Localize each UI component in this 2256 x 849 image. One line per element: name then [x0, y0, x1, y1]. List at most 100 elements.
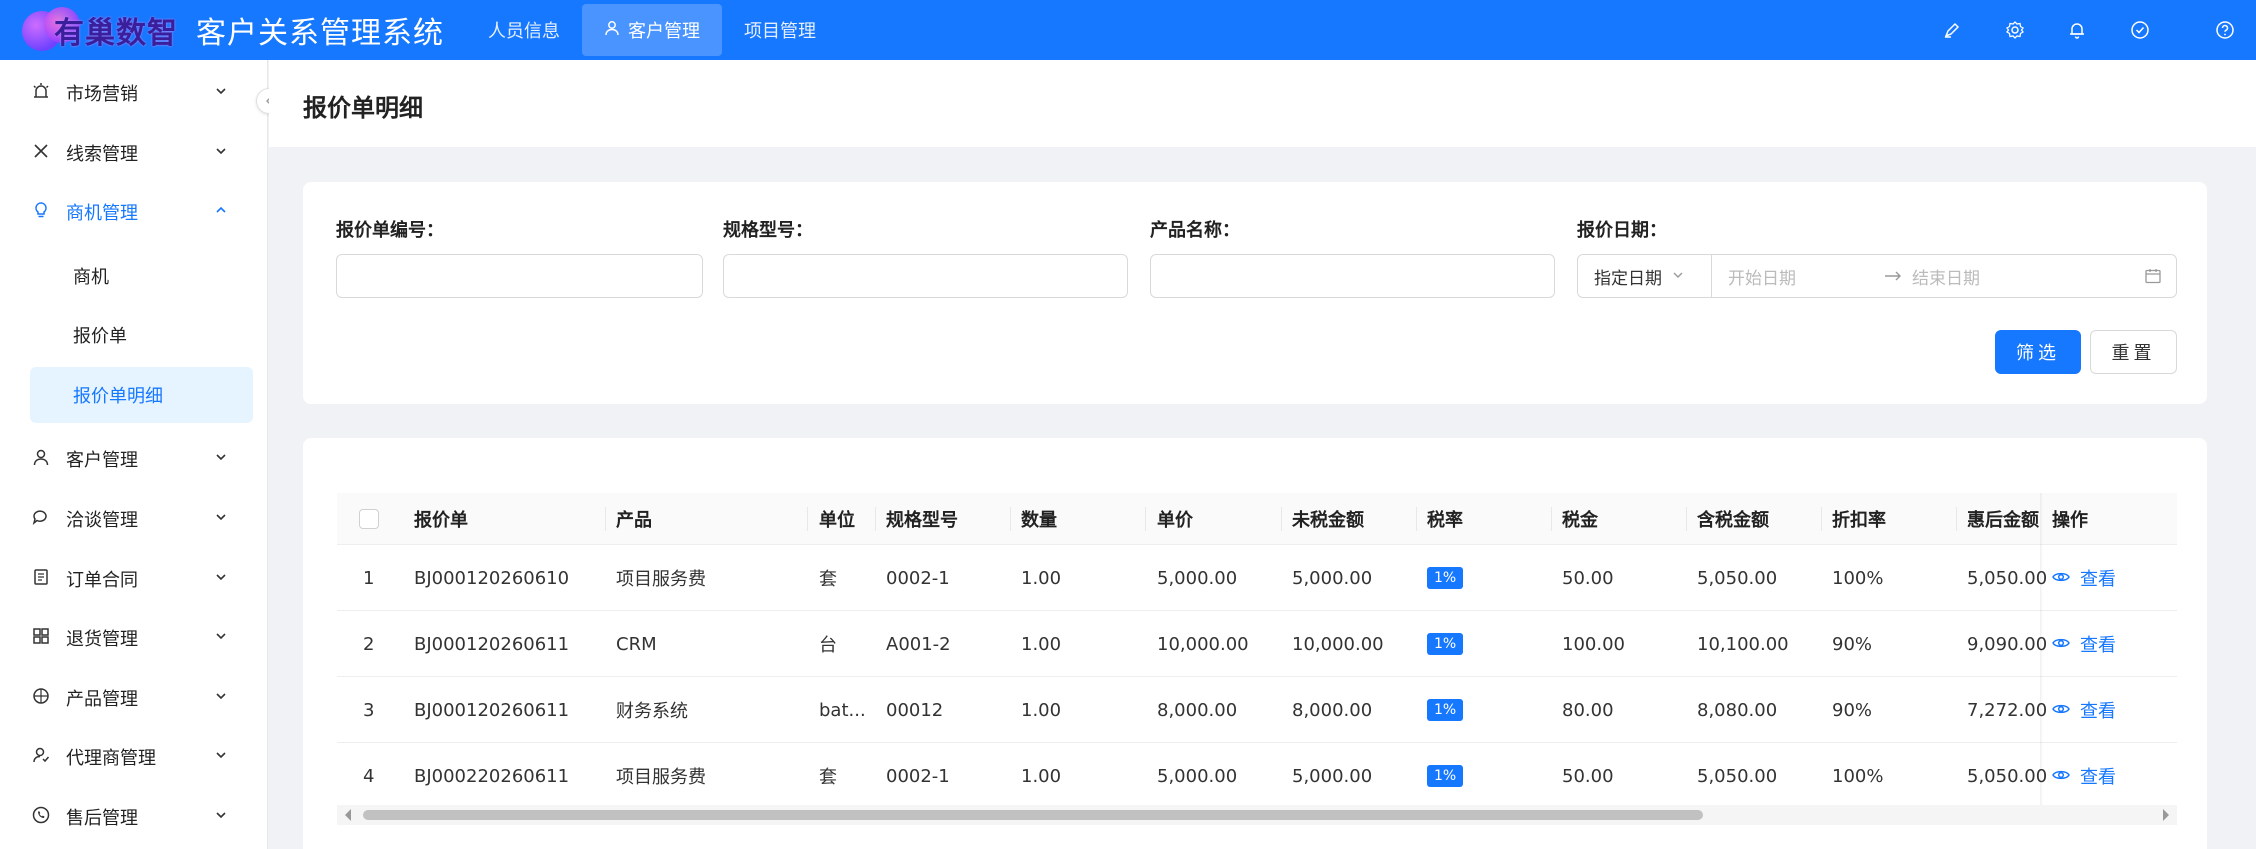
col-spec: 规格型号	[886, 510, 958, 531]
view-link[interactable]: 查看	[2052, 743, 2116, 809]
scroll-left-icon[interactable]	[343, 808, 353, 825]
cell-tax: 80.00	[1562, 699, 1614, 721]
spec-input[interactable]	[723, 254, 1128, 298]
eye-icon	[2052, 569, 2070, 588]
logo: 有巢数智 客户关系管理系统	[22, 0, 444, 60]
cell-product: 财务系统	[616, 701, 688, 722]
quote-date-label: 报价日期：	[1577, 220, 1667, 241]
select-all-checkbox[interactable]	[359, 509, 379, 529]
product-name-input[interactable]	[1150, 254, 1555, 298]
cell-discount: 90%	[1832, 699, 1873, 721]
sidebar-item-customer[interactable]: 客户管理	[30, 439, 238, 479]
cell-pretax: 8,000.00	[1292, 699, 1373, 721]
end-date-input[interactable]: 结束日期	[1912, 264, 1980, 289]
sidebar-item-order[interactable]: 订单合同	[30, 559, 238, 599]
date-type-select[interactable]: 指定日期	[1578, 255, 1712, 297]
cell-quote: BJ000120260610	[414, 567, 570, 589]
cell-product: 项目服务费	[616, 767, 706, 788]
cell-quote: BJ000120260611	[414, 633, 570, 655]
chevron-down-icon	[214, 689, 228, 707]
sidebar-item-label: 市场营销	[66, 84, 138, 105]
table-row: 2 BJ000120260611 CRM 台 A001-2 1.00 10,00…	[337, 611, 2177, 677]
sidebar-item-leads[interactable]: 线索管理	[30, 133, 238, 173]
filter-card: 报价单编号： 规格型号： 产品名称： 报价日期： 指定日期 开始日期 结束日期 …	[303, 182, 2207, 404]
gear-icon[interactable]	[2005, 20, 2025, 40]
cell-pretax: 10,000.00	[1292, 633, 1384, 655]
sidebar-subitem-quote-detail[interactable]: 报价单明细	[30, 367, 253, 423]
cell-rate: 1%	[1427, 611, 1464, 677]
page-header: 报价单明细	[269, 60, 2256, 147]
col-product: 产品	[616, 510, 652, 531]
sidebar-item-negotiation[interactable]: 洽谈管理	[30, 499, 238, 539]
filter-button[interactable]: 筛选	[1995, 330, 2081, 374]
table-row: 4 BJ000220260611 项目服务费 套 0002-1 1.00 5,0…	[337, 743, 2177, 809]
cell-qty: 1.00	[1021, 633, 1062, 655]
top-nav: 人员信息 客户管理 项目管理	[466, 0, 838, 60]
calendar-icon[interactable]	[2144, 267, 2162, 289]
sidebar-subitem-quote[interactable]: 报价单	[30, 307, 253, 363]
nav-project[interactable]: 项目管理	[722, 4, 838, 56]
horizontal-scrollbar[interactable]	[337, 805, 2177, 825]
row-index: 1	[363, 567, 375, 589]
sidebar-item-label: 商机管理	[66, 203, 138, 224]
cell-total: 8,080.00	[1697, 699, 1778, 721]
col-discount: 折扣率	[1832, 510, 1886, 531]
cell-spec: 00012	[886, 699, 944, 721]
cell-discount: 100%	[1832, 567, 1884, 589]
nav-personnel-label: 人员信息	[488, 21, 560, 42]
cell-price: 8,000.00	[1157, 699, 1238, 721]
sidebar-item-label: 洽谈管理	[66, 510, 138, 531]
row-index: 4	[363, 765, 375, 787]
sidebar-subitem-label: 商机	[73, 267, 109, 288]
eye-icon	[2052, 767, 2070, 786]
sidebar-item-label: 售后管理	[66, 808, 138, 829]
scroll-thumb[interactable]	[363, 810, 1703, 820]
top-header: 有巢数智 客户关系管理系统 人员信息 客户管理 项目管理	[0, 0, 2256, 60]
cell-pretax: 5,000.00	[1292, 567, 1373, 589]
chevron-down-icon	[214, 84, 228, 102]
sidebar-item-product[interactable]: 产品管理	[30, 678, 238, 718]
tax-rate-badge: 1%	[1427, 567, 1464, 589]
check-circle-icon[interactable]	[2130, 20, 2150, 40]
cell-spec: 0002-1	[886, 567, 950, 589]
cell-price: 10,000.00	[1157, 633, 1249, 655]
sidebar-item-label: 退货管理	[66, 629, 138, 650]
arrow-right-icon	[1884, 267, 1902, 286]
sidebar-item-aftersales[interactable]: 售后管理	[30, 797, 238, 837]
quote-no-input[interactable]	[336, 254, 703, 298]
sidebar-subitem-opportunity[interactable]: 商机	[30, 248, 253, 304]
sidebar-item-label: 客户管理	[66, 450, 138, 471]
sidebar-item-marketing[interactable]: 市场营销	[30, 73, 238, 113]
tax-rate-badge: 1%	[1427, 765, 1464, 787]
start-date-input[interactable]: 开始日期	[1728, 264, 1796, 289]
reset-button[interactable]: 重置	[2090, 330, 2177, 374]
x-icon	[30, 142, 52, 165]
nav-customer[interactable]: 客户管理	[582, 4, 722, 56]
view-link[interactable]: 查看	[2052, 545, 2116, 611]
table-row: 3 BJ000120260611 财务系统 bat... 00012 1.00 …	[337, 677, 2177, 743]
quote-no-label: 报价单编号：	[336, 220, 444, 241]
pen-icon[interactable]	[1942, 20, 1962, 40]
cell-tax: 100.00	[1562, 633, 1625, 655]
eye-icon	[2052, 701, 2070, 720]
sidebar-item-label: 代理商管理	[66, 748, 156, 769]
return-icon	[30, 627, 52, 650]
view-link[interactable]: 查看	[2052, 611, 2116, 677]
cell-price: 5,000.00	[1157, 765, 1238, 787]
view-link-label: 查看	[2080, 569, 2116, 590]
chevron-down-icon	[214, 748, 228, 766]
help-icon[interactable]	[2215, 20, 2235, 40]
sidebar-item-opportunity[interactable]: 商机管理	[30, 192, 238, 232]
view-link[interactable]: 查看	[2052, 677, 2116, 743]
bell-icon[interactable]	[2067, 20, 2087, 40]
cell-discount: 100%	[1832, 765, 1884, 787]
sidebar-subitem-label: 报价单明细	[73, 386, 163, 407]
table-header: 报价单 产品 单位 规格型号 数量 单价 未税金额 税率 税金 含税金额 折扣率…	[337, 493, 2177, 545]
col-tax: 税金	[1562, 510, 1598, 531]
user-icon	[604, 20, 620, 40]
scroll-right-icon[interactable]	[2161, 808, 2171, 825]
nav-personnel[interactable]: 人员信息	[466, 4, 582, 56]
sidebar-item-agent[interactable]: 代理商管理	[30, 737, 238, 777]
sidebar-item-return[interactable]: 退货管理	[30, 618, 238, 658]
nav-customer-label: 客户管理	[628, 21, 700, 42]
